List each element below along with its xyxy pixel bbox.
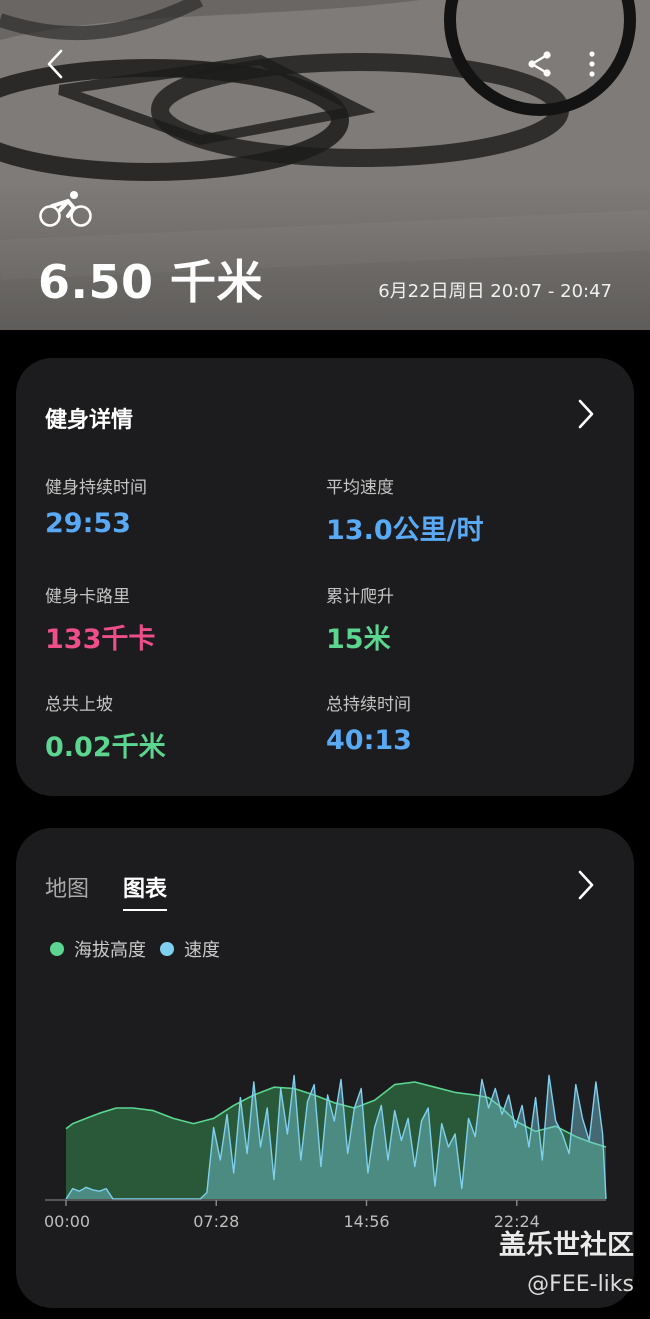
x-tick-label: 14:56 <box>343 1212 389 1231</box>
legend-altitude: 海拔高度 <box>50 936 146 962</box>
details-title: 健身详情 <box>45 408 134 433</box>
legend-dot <box>160 942 174 956</box>
stat-label: 总共上坡 <box>45 695 113 715</box>
stat-value: 133千卡 <box>45 624 156 655</box>
chevron-left-icon <box>47 49 63 79</box>
stat-calories: 健身卡路里 133千卡 <box>45 582 335 656</box>
stat-value: 40:13 <box>326 725 412 756</box>
chevron-right-icon[interactable] <box>574 398 598 430</box>
stat-avg-speed: 平均速度 13.0公里/时 <box>326 473 616 547</box>
workout-details-card[interactable]: 健身详情 健身持续时间 29:53 平均速度 13.0公里/时 健身卡路里 13… <box>16 358 634 796</box>
stat-label: 健身卡路里 <box>45 587 130 607</box>
stat-uphill-distance: 总共上坡 0.02千米 <box>45 690 335 764</box>
stat-label: 总持续时间 <box>326 695 411 715</box>
workout-hero-header: 6.50 千米 6月22日周日 20:07 - 20:47 <box>0 0 650 330</box>
altitude-speed-chart: 00:00 07:28 14:56 22:24 <box>44 1074 607 1231</box>
tab-map[interactable]: 地图 <box>45 871 89 911</box>
watermark-handle: @FEE-liks <box>527 1272 634 1297</box>
stat-duration: 健身持续时间 29:53 <box>45 473 335 539</box>
chart-legend: 海拔高度 速度 <box>50 936 234 962</box>
cycling-icon <box>39 191 92 227</box>
stat-total-duration: 总持续时间 40:13 <box>326 690 616 756</box>
share-button[interactable] <box>520 44 560 84</box>
x-tick-label: 07:28 <box>193 1212 239 1231</box>
view-tabs: 地图 图表 <box>45 871 168 911</box>
back-button[interactable] <box>36 44 76 84</box>
chevron-right-icon[interactable] <box>574 869 598 901</box>
workout-datetime: 6月22日周日 20:07 - 20:47 <box>378 281 612 302</box>
tab-chart[interactable]: 图表 <box>123 871 168 911</box>
more-vertical-icon <box>589 51 595 77</box>
legend-dot <box>50 942 64 956</box>
stat-label: 健身持续时间 <box>45 478 147 498</box>
legend-label: 速度 <box>184 940 220 961</box>
stat-value: 29:53 <box>45 508 131 539</box>
total-distance: 6.50 千米 <box>38 255 264 309</box>
stat-label: 累计爬升 <box>326 587 394 607</box>
stat-elevation-gain: 累计爬升 15米 <box>326 582 616 656</box>
stat-label: 平均速度 <box>326 478 394 498</box>
watermark-title: 盖乐世社区 <box>499 1230 634 1261</box>
stat-value: 15米 <box>326 624 391 655</box>
stat-value: 0.02千米 <box>45 732 166 763</box>
more-options-button[interactable] <box>576 44 608 84</box>
legend-speed: 速度 <box>160 936 220 962</box>
x-tick-label: 00:00 <box>44 1212 90 1231</box>
stat-value: 13.0公里/时 <box>326 515 484 546</box>
legend-label: 海拔高度 <box>74 940 146 961</box>
share-icon <box>528 51 551 77</box>
watermark: 盖乐世社区 @FEE-liks <box>499 1223 634 1297</box>
